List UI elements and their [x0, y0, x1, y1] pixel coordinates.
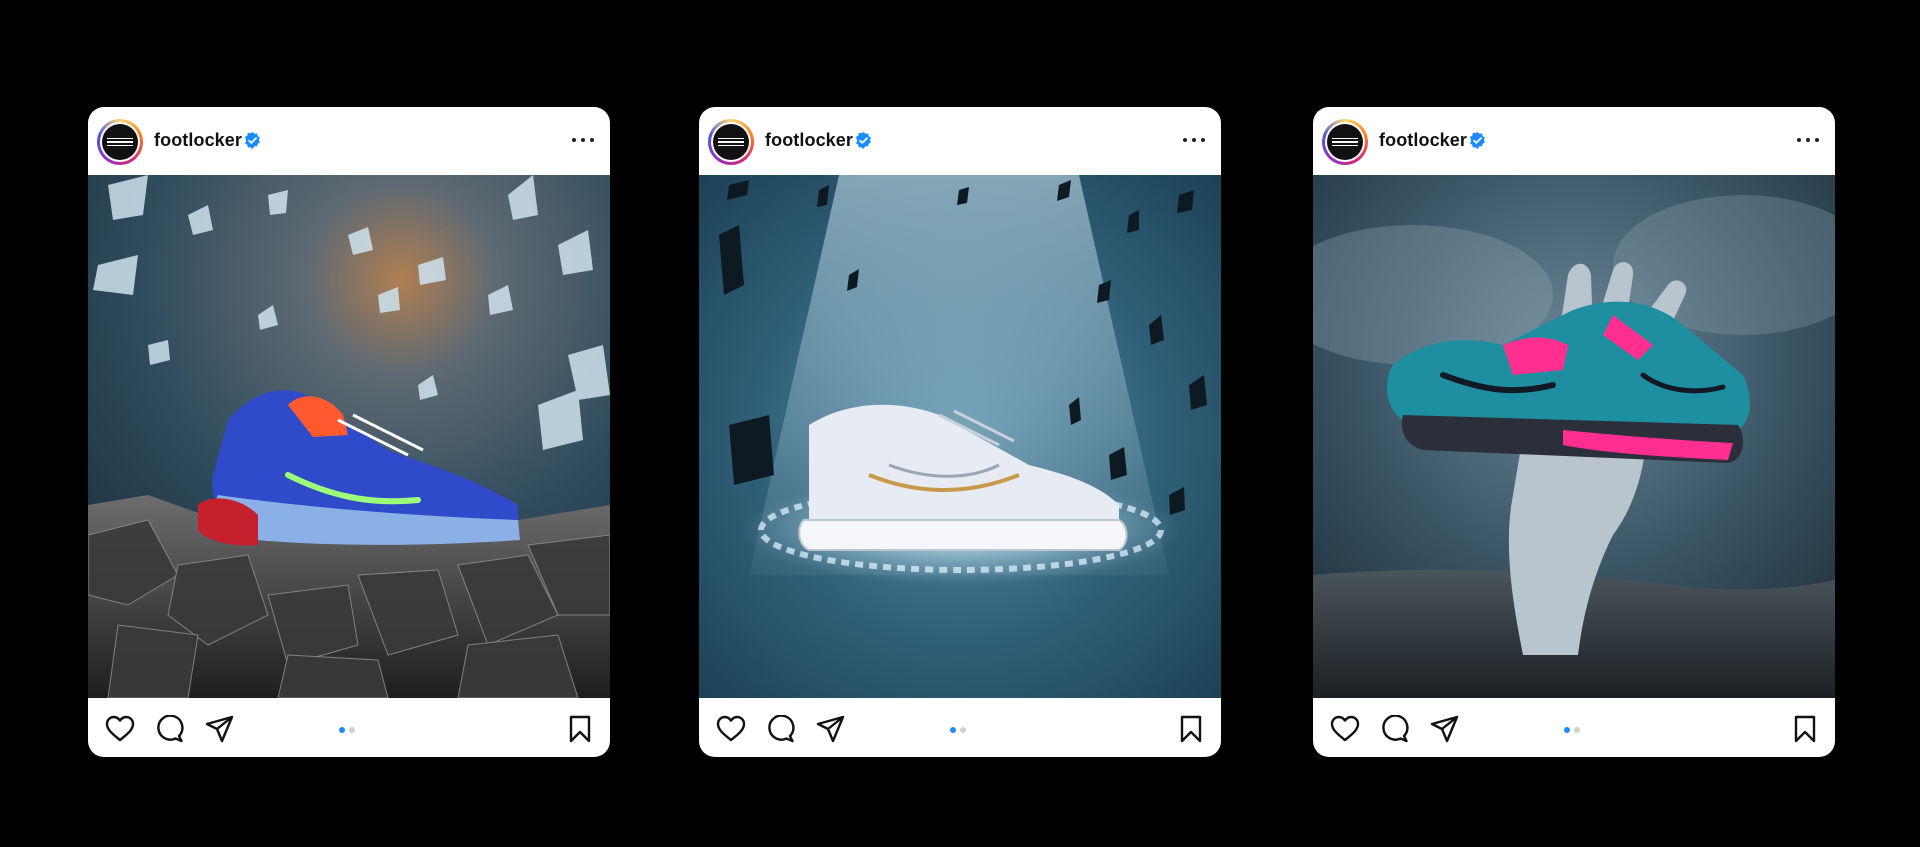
- carousel-indicator: [950, 727, 966, 733]
- more-horizontal-icon[interactable]: [1183, 131, 1205, 149]
- more-horizontal-icon[interactable]: [1797, 131, 1819, 149]
- bookmark-icon[interactable]: [568, 715, 592, 743]
- verified-badge-icon: [856, 132, 871, 149]
- bookmark-icon[interactable]: [1793, 715, 1817, 743]
- bookmark-icon[interactable]: [1179, 715, 1203, 743]
- foot-locker-logo: [1327, 124, 1363, 160]
- foot-locker-logo: [713, 124, 749, 160]
- carousel-dot-active: [950, 727, 956, 733]
- carousel-indicator: [339, 727, 355, 733]
- white-sneaker-spotlight-photo: [699, 175, 1221, 698]
- avatar[interactable]: [708, 119, 754, 165]
- carousel-dot: [960, 727, 966, 733]
- comment-icon[interactable]: [766, 715, 796, 743]
- post-actions: [699, 698, 1221, 757]
- avatar[interactable]: [97, 119, 143, 165]
- post-actions: [1313, 698, 1835, 757]
- carousel-dot: [349, 727, 355, 733]
- send-icon[interactable]: [205, 715, 235, 743]
- instagram-post-3: footlocker: [1313, 107, 1835, 757]
- comment-icon[interactable]: [155, 715, 185, 743]
- verified-badge-icon: [1470, 132, 1485, 149]
- hand-holding-sneaker-photo: [1313, 175, 1835, 698]
- send-icon[interactable]: [816, 715, 846, 743]
- carousel-dot-active: [1564, 727, 1570, 733]
- post-actions: [88, 698, 610, 757]
- send-icon[interactable]: [1430, 715, 1460, 743]
- carousel-dot: [1574, 727, 1580, 733]
- sneaker-on-rocks-photo: [88, 175, 610, 698]
- post-header: footlocker: [88, 107, 610, 175]
- more-horizontal-icon[interactable]: [572, 131, 594, 149]
- post-header: footlocker: [1313, 107, 1835, 175]
- username[interactable]: footlocker: [154, 130, 242, 151]
- username[interactable]: footlocker: [765, 130, 853, 151]
- avatar[interactable]: [1322, 119, 1368, 165]
- comment-icon[interactable]: [1380, 715, 1410, 743]
- post-header: footlocker: [699, 107, 1221, 175]
- foot-locker-logo: [102, 124, 138, 160]
- carousel-indicator: [1564, 727, 1580, 733]
- instagram-post-1: footlocker: [88, 107, 610, 757]
- heart-icon[interactable]: [105, 715, 135, 743]
- instagram-post-2: footlocker: [699, 107, 1221, 757]
- heart-icon[interactable]: [716, 715, 746, 743]
- heart-icon[interactable]: [1330, 715, 1360, 743]
- username[interactable]: footlocker: [1379, 130, 1467, 151]
- carousel-dot-active: [339, 727, 345, 733]
- verified-badge-icon: [245, 132, 260, 149]
